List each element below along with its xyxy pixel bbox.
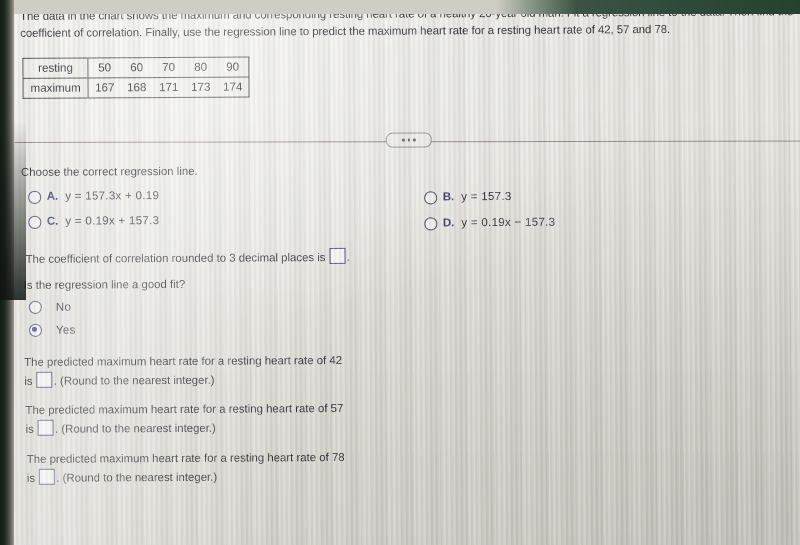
table-row: resting 50 60 70 80 90: [22, 57, 250, 79]
table-cell: 168: [127, 81, 147, 95]
radio-icon-yes[interactable]: [28, 323, 43, 337]
radio-icon-a[interactable]: [28, 190, 41, 204]
data-table: resting 50 60 70 80 90 maximum 167 168 1…: [22, 56, 250, 99]
option-c-letter: C.: [46, 215, 59, 229]
table-cell: 173: [191, 80, 211, 94]
prediction-57-text: The predicted maximum heart rate for a r…: [25, 402, 344, 417]
prediction-57-note: . (Round to the nearest integer.): [54, 422, 216, 436]
option-c[interactable]: C. y = 0.19x + 157.3: [28, 215, 160, 229]
monitor-bezel-top: [0, 0, 800, 14]
table-row: maximum 167 168 171 173 174: [22, 77, 249, 99]
prediction-78-input[interactable]: [39, 468, 56, 485]
prediction-block-78: The predicted maximum heart rate for a r…: [27, 449, 447, 488]
table-cell: 80: [184, 57, 217, 78]
ellipsis-dot-icon: [402, 138, 405, 142]
option-a-equation: y = 157.3x + 0.19: [65, 190, 160, 203]
prediction-42-note: . (Round to the nearest integer.): [53, 374, 215, 388]
goodfit-question-text: Is the regression line a good fit?: [23, 278, 186, 292]
prediction-78-text: The predicted maximum heart rate for a r…: [26, 451, 345, 466]
prediction-57-input[interactable]: [37, 419, 55, 436]
table-cell: 50: [88, 57, 121, 78]
ellipsis-dot-icon: [413, 138, 416, 142]
screen-photo: The data in the chart shows the maximum …: [0, 0, 800, 545]
expand-ellipsis-button[interactable]: [385, 132, 432, 148]
goodfit-option-yes[interactable]: Yes: [28, 323, 76, 337]
goodfit-option-no[interactable]: No: [28, 300, 72, 314]
exercise-content: The data in the chart shows the maximum …: [6, 0, 800, 545]
monitor-bezel-left-shadow: [0, 0, 26, 300]
prediction-42-input[interactable]: [36, 371, 53, 388]
table-cell: 70: [152, 57, 185, 78]
regression-question-text: Choose the correct regression line.: [20, 165, 198, 179]
table-cell: 174: [223, 80, 243, 94]
option-c-equation: y = 0.19x + 157.3: [65, 215, 160, 228]
table-cell: 90: [216, 57, 250, 78]
option-b-equation: y = 157.3: [461, 191, 512, 204]
prediction-78-is-label: is: [26, 472, 36, 485]
table-cell: 171: [159, 80, 179, 95]
table-row-label-resting: resting: [22, 57, 89, 79]
goodfit-option-no-label: No: [55, 301, 72, 314]
correlation-text-before: The coefficient of correlation rounded t…: [25, 252, 326, 266]
radio-icon-no[interactable]: [28, 300, 42, 314]
ellipsis-dot-icon: [407, 138, 411, 142]
prediction-57-is-label: is: [25, 423, 34, 436]
option-d-letter: D.: [442, 217, 455, 230]
radio-icon-b[interactable]: [424, 191, 437, 204]
correlation-line: The coefficient of correlation rounded t…: [25, 247, 350, 266]
prediction-78-note: . (Round to the nearest integer.): [56, 471, 218, 485]
prediction-42-text: The predicted maximum heart rate for a r…: [24, 354, 343, 369]
table-cell: 60: [120, 57, 153, 78]
goodfit-option-yes-label: Yes: [55, 324, 76, 337]
correlation-input[interactable]: [329, 247, 346, 265]
option-a[interactable]: A. y = 157.3x + 0.19: [28, 190, 160, 204]
option-d-equation: y = 0.19x − 157.3: [461, 216, 556, 230]
option-a-letter: A.: [46, 190, 59, 204]
option-b[interactable]: B. y = 157.3: [424, 191, 512, 204]
option-b-letter: B.: [442, 191, 455, 204]
radio-icon-d[interactable]: [424, 217, 437, 230]
prediction-block-57: The predicted maximum heart rate for a r…: [25, 400, 445, 439]
prediction-42-is-label: is: [24, 375, 33, 388]
correlation-text-after: .: [346, 251, 350, 264]
screen-surface: The data in the chart shows the maximum …: [6, 0, 800, 545]
prediction-block-42: The predicted maximum heart rate for a r…: [24, 352, 444, 391]
option-d[interactable]: D. y = 0.19x − 157.3: [424, 217, 555, 230]
table-cell: 167: [95, 81, 115, 95]
table-row-label-maximum: maximum: [22, 77, 89, 99]
radio-icon-c[interactable]: [28, 215, 41, 229]
